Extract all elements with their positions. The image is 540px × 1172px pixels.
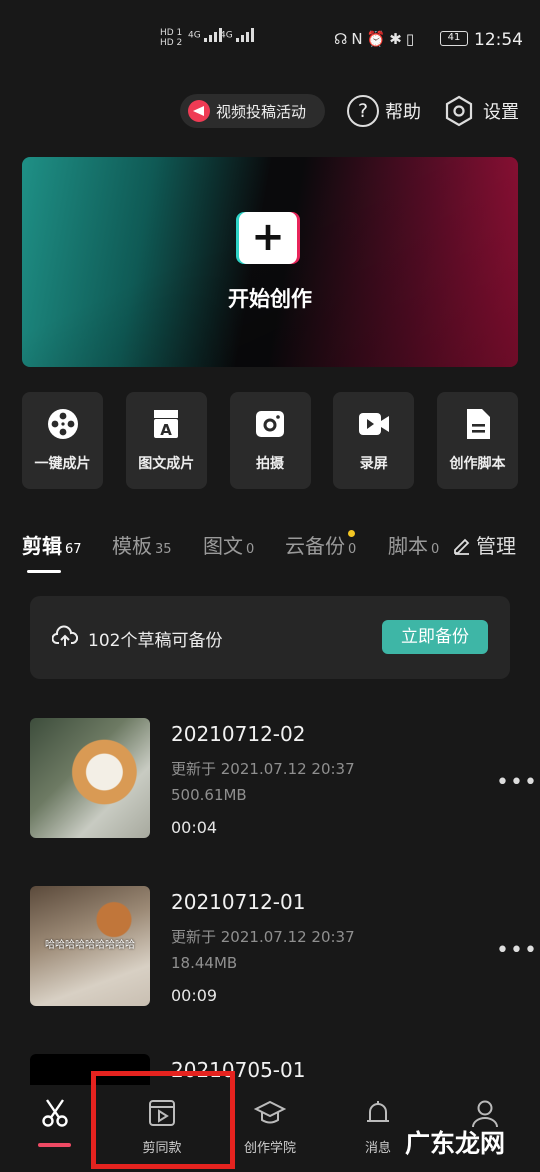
draft-size: 18.44MB (171, 954, 238, 972)
net1-label: 4G (188, 30, 201, 41)
pencil-icon (454, 538, 470, 555)
tab-label: 图文 (203, 534, 243, 558)
megaphone-icon (188, 100, 210, 122)
settings-hex-icon (445, 95, 473, 127)
headphones-icon: ☊ (334, 30, 352, 48)
tool-label: 创作脚本 (449, 456, 506, 472)
question-icon: ? (347, 95, 379, 127)
camera-icon (256, 411, 284, 437)
svg-text:A: A (160, 421, 172, 439)
settings-label: 设置 (483, 102, 519, 123)
status-bar: HD 1 HD 2 4G 4G ☊N⏰✱▯ 41 12:54 (0, 0, 540, 80)
scissors-icon (42, 1099, 68, 1127)
status-icons: ☊N⏰✱▯ (334, 30, 418, 48)
watermark: 广东龙网 (405, 1129, 506, 1158)
tool-shoot[interactable]: 拍摄 (229, 392, 311, 489)
tool-screen-record[interactable]: 录屏 (333, 392, 415, 489)
tab-count: 0 (348, 542, 357, 557)
active-nav-indicator (38, 1143, 71, 1147)
graduation-cap-icon (254, 1100, 286, 1124)
backup-message: 102个草稿可备份 (88, 631, 223, 651)
highlight-box (91, 1071, 235, 1169)
manage-label: 管理 (476, 534, 516, 558)
thumbnail-caption: 哈哈哈哈哈哈哈哈哈 (45, 940, 135, 951)
activity-button[interactable]: 视频投稿活动 (180, 94, 325, 128)
backup-now-button[interactable]: 立即备份 (382, 620, 488, 654)
draft-size: 500.61MB (171, 786, 247, 804)
active-tab-indicator (27, 570, 61, 573)
plus-icon: + (239, 212, 297, 264)
tool-label: 一键成片 (34, 456, 91, 472)
draft-duration: 00:09 (171, 986, 218, 1005)
sim2-label: HD 2 (160, 38, 183, 48)
tab-label: 剪辑 (22, 534, 62, 558)
draft-title: 20210712-01 (171, 890, 306, 914)
tab-scripts[interactable]: 脚本 0 (388, 530, 439, 559)
nav-academy[interactable]: 创作学院 (220, 1085, 320, 1172)
tab-count: 67 (65, 542, 82, 557)
help-label: 帮助 (385, 102, 421, 123)
tab-edit[interactable]: 剪辑 67 (22, 530, 82, 559)
nav-label: 消息 (364, 1141, 391, 1156)
notification-dot (348, 530, 355, 537)
draft-updated: 更新于 2021.07.12 20:37 (171, 760, 355, 778)
nfc-icon: N (351, 30, 367, 48)
backup-banner: 102个草稿可备份 立即备份 (30, 596, 510, 679)
settings-button[interactable]: 设置 (443, 95, 519, 127)
bluetooth-icon: ✱ (389, 30, 406, 48)
text-clap-icon: A (154, 410, 179, 439)
clock: 12:54 (474, 30, 523, 50)
tool-label: 图文成片 (138, 456, 195, 472)
tab-cloud-backup[interactable]: 云备份 0 (285, 530, 356, 559)
tab-label: 脚本 (388, 534, 428, 558)
script-doc-icon (466, 409, 490, 439)
tool-text-to-video[interactable]: A 图文成片 (125, 392, 207, 489)
draft-item[interactable]: 20210712-02 更新于 2021.07.12 20:37 500.61M… (30, 718, 537, 840)
tool-script[interactable]: 创作脚本 (437, 392, 518, 489)
tab-templates[interactable]: 模板 35 (112, 530, 172, 559)
signal-2-icon: 4G (220, 28, 258, 42)
tab-label: 模板 (112, 534, 152, 558)
tab-count: 0 (431, 542, 440, 557)
nav-edit[interactable] (5, 1085, 105, 1172)
tool-one-click[interactable]: 一键成片 (22, 392, 103, 489)
tab-count: 0 (246, 542, 255, 557)
sim1-label: HD 1 (160, 28, 183, 38)
alarm-icon: ⏰ (366, 30, 390, 48)
battery-level: 41 (447, 32, 461, 43)
tab-image-text[interactable]: 图文 0 (203, 530, 254, 559)
draft-tabs: 剪辑 67 模板 35 图文 0 云备份 0 脚本 0 管理 (22, 530, 522, 574)
activity-label: 视频投稿活动 (216, 102, 307, 121)
draft-item[interactable]: 哈哈哈哈哈哈哈哈哈 20210712-01 更新于 2021.07.12 20:… (30, 886, 537, 1008)
tab-label: 云备份 (285, 534, 345, 558)
screen-record-icon (358, 413, 389, 435)
draft-thumbnail (30, 718, 150, 838)
draft-duration: 00:04 (171, 818, 218, 837)
help-button[interactable]: ? 帮助 (347, 95, 421, 127)
cloud-upload-icon (52, 625, 78, 646)
tab-count: 35 (155, 542, 172, 557)
nav-label: 创作学院 (243, 1141, 296, 1156)
quick-tools: 一键成片 A 图文成片 拍摄 录屏 创作脚本 (22, 392, 518, 489)
more-options-icon[interactable]: ••• (496, 770, 538, 795)
sim-indicator: HD 1 HD 2 (160, 28, 182, 48)
tool-label: 录屏 (359, 456, 388, 472)
draft-thumbnail: 哈哈哈哈哈哈哈哈哈 (30, 886, 150, 1006)
draft-title: 20210712-02 (171, 722, 306, 746)
film-reel-icon (47, 409, 78, 439)
manage-button[interactable]: 管理 (452, 530, 516, 559)
more-options-icon[interactable]: ••• (496, 938, 538, 963)
vibrate-icon: ▯ (405, 30, 419, 48)
tool-label: 拍摄 (256, 456, 284, 472)
bell-icon (367, 1101, 389, 1122)
draft-updated: 更新于 2021.07.12 20:37 (171, 928, 355, 946)
net2-label: 4G (220, 30, 233, 41)
start-creation-label: 开始创作 (228, 287, 312, 311)
start-creation-card[interactable]: + 开始创作 (22, 157, 518, 367)
battery-icon: 41 (440, 31, 468, 46)
